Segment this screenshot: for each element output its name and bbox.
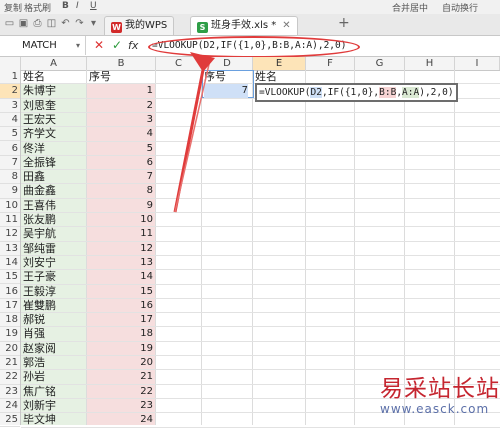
annotation-arrow (173, 52, 215, 213)
watermark-url: www.easck.com (380, 402, 490, 416)
arrow-head (190, 52, 215, 72)
watermark-title: 易采站长站 (380, 376, 500, 402)
arrow-shaft-edge (174, 59, 211, 213)
